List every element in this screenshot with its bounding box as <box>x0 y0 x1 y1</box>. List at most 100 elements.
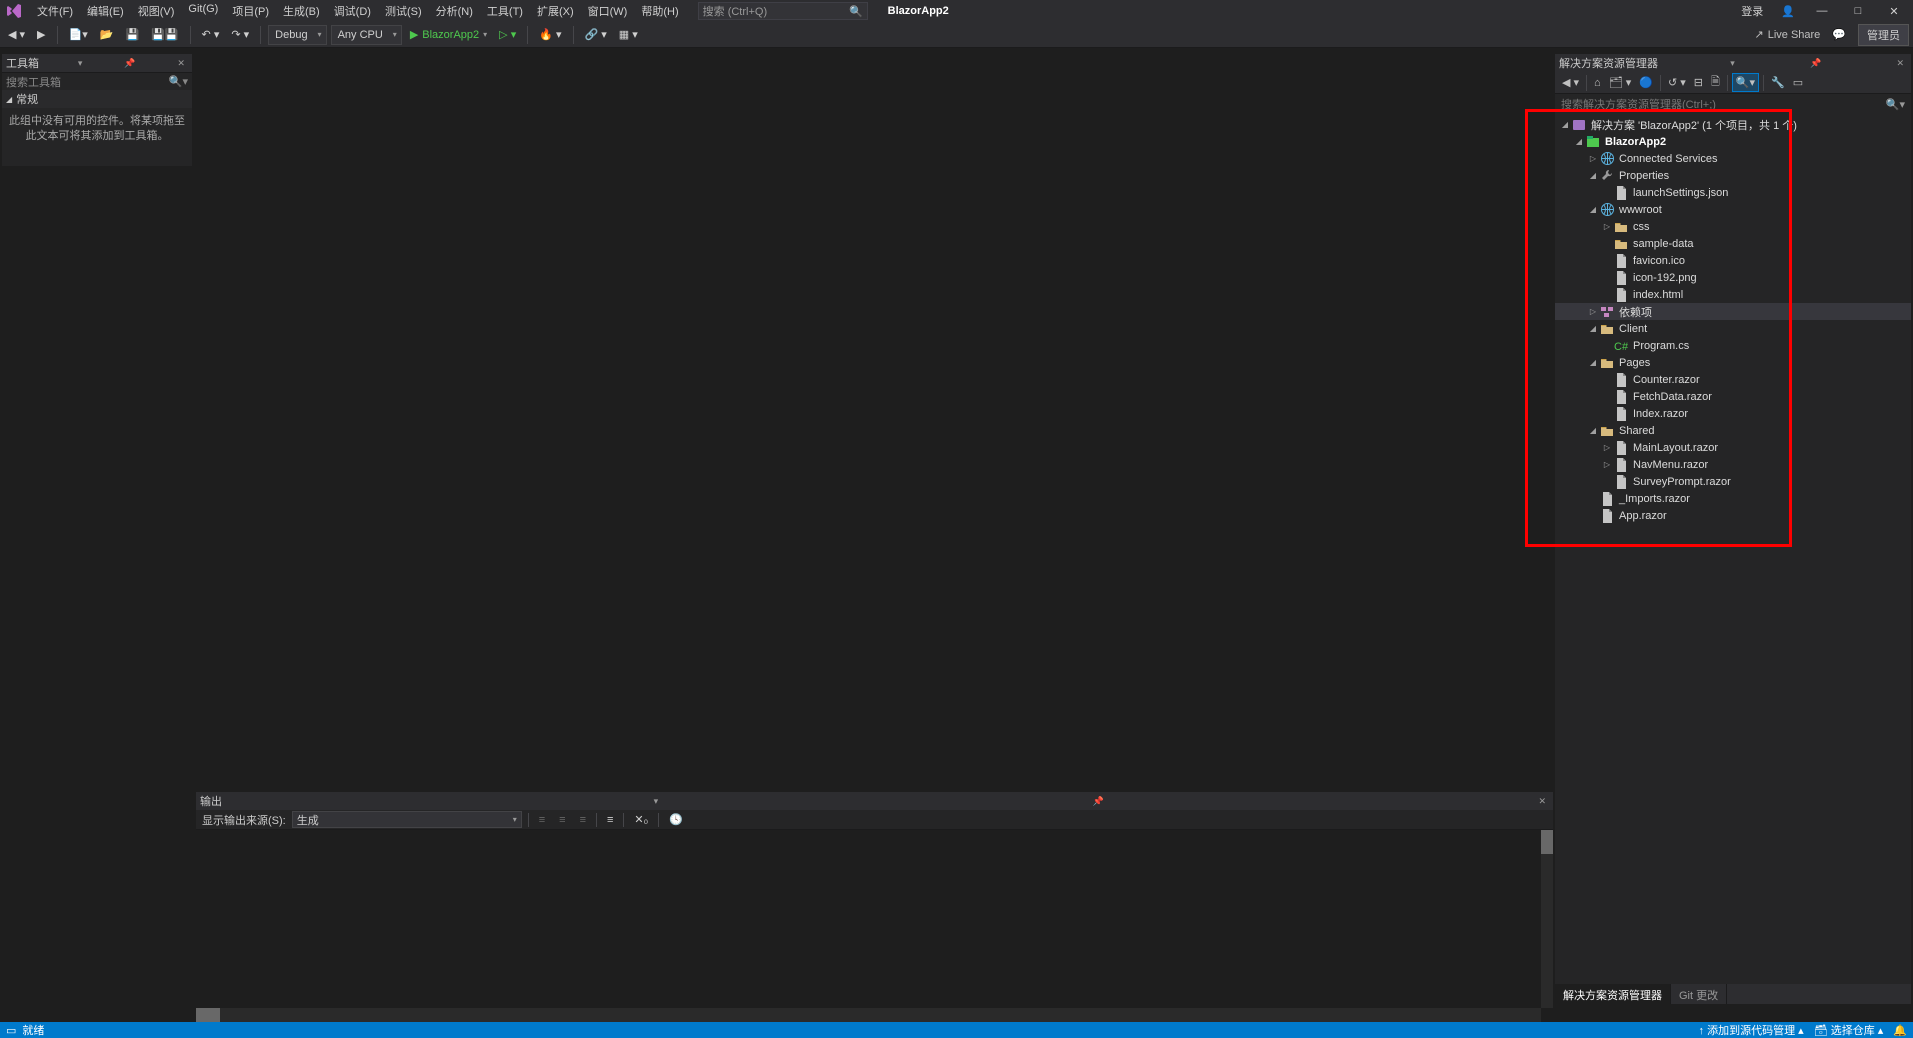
tree-row[interactable]: BlazorApp2 <box>1555 133 1911 150</box>
start-debugging-button[interactable]: ▶ BlazorApp2 ▾ <box>406 28 491 41</box>
tree-expand-arrow[interactable] <box>1601 222 1613 231</box>
close-icon[interactable]: ✕ <box>1893 58 1907 69</box>
output-time-button[interactable]: 🕓 <box>665 811 687 828</box>
start-without-debug-button[interactable]: ▷ ▾ <box>495 26 520 43</box>
tree-row[interactable]: Shared <box>1555 422 1911 439</box>
tree-expand-arrow[interactable] <box>1587 154 1599 163</box>
tree-row[interactable]: 依赖项 <box>1555 303 1911 320</box>
toolbox-search-input[interactable]: 搜索工具箱 🔍▾ <box>2 72 192 90</box>
menu-item[interactable]: 调试(D) <box>327 0 378 22</box>
browser-link-button[interactable]: 🔗 ▾ <box>581 26 611 43</box>
tree-row[interactable]: sample-data <box>1555 235 1911 252</box>
solution-search-input[interactable]: 搜索解决方案资源管理器(Ctrl+;) 🔍▾ <box>1555 94 1911 114</box>
window-maximize-button[interactable]: □ <box>1843 3 1873 19</box>
tree-row[interactable]: Index.razor <box>1555 405 1911 422</box>
back-button[interactable]: ◀ ▾ <box>1559 74 1582 91</box>
open-file-button[interactable]: 📂 <box>96 26 118 43</box>
output-header[interactable]: 输出 ▾ 📌 ✕ <box>196 792 1553 810</box>
tree-expand-arrow[interactable] <box>1587 358 1599 367</box>
output-source-dropdown[interactable]: 生成 <box>292 811 522 828</box>
tree-row[interactable]: launchSettings.json <box>1555 184 1911 201</box>
status-notifications-icon[interactable]: 🔔 <box>1893 1024 1907 1037</box>
pin-icon[interactable]: 📌 <box>121 58 138 69</box>
toolbox-group-header[interactable]: ◢ 常规 <box>2 90 192 108</box>
show-all-files-button[interactable]: 🗎 <box>1708 71 1723 94</box>
toolbox-header[interactable]: 工具箱 ▾ 📌 ✕ <box>2 54 192 72</box>
undo-button[interactable]: ↶ ▾ <box>198 26 224 43</box>
hot-reload-button[interactable]: 🔥 ▾ <box>535 26 565 43</box>
output-prev-button[interactable]: ≡ <box>535 812 549 828</box>
live-share-button[interactable]: ↗ Live Share <box>1754 28 1820 41</box>
output-next-button[interactable]: ≡ <box>555 812 569 828</box>
save-all-button[interactable]: 💾💾 <box>147 26 182 43</box>
close-icon[interactable]: ✕ <box>174 58 188 69</box>
tree-expand-arrow[interactable] <box>1601 443 1613 452</box>
scrollbar-thumb[interactable] <box>1541 830 1553 854</box>
login-button[interactable]: 登录 <box>1735 1 1769 21</box>
tree-row[interactable]: C#Program.cs <box>1555 337 1911 354</box>
tree-row[interactable]: Properties <box>1555 167 1911 184</box>
global-search-input[interactable]: 搜索 (Ctrl+Q) 🔍 <box>698 2 868 20</box>
panel-dropdown-icon[interactable]: ▾ <box>75 58 86 69</box>
tree-row[interactable]: _Imports.razor <box>1555 490 1911 507</box>
scrollbar-horizontal[interactable] <box>196 1008 1541 1022</box>
tree-row[interactable]: Connected Services <box>1555 150 1911 167</box>
tree-expand-arrow[interactable] <box>1587 171 1599 180</box>
scope-button[interactable]: 🔍▾ <box>1732 73 1759 92</box>
output-wrap-button[interactable]: ≡ <box>603 812 617 828</box>
tree-row[interactable]: favicon.ico <box>1555 252 1911 269</box>
pin-icon[interactable]: 📌 <box>1090 796 1107 807</box>
redo-button[interactable]: ↷ ▾ <box>227 26 253 43</box>
menu-item[interactable]: 编辑(E) <box>80 0 131 22</box>
properties-button[interactable]: 🔧 <box>1768 74 1788 91</box>
panel-dropdown-icon[interactable]: ▾ <box>1727 58 1738 69</box>
window-close-button[interactable]: ✕ <box>1879 3 1909 20</box>
tree-row[interactable]: 解决方案 'BlazorApp2' (1 个项目，共 1 个) <box>1555 116 1911 133</box>
collapse-all-button[interactable]: ⊟ <box>1691 74 1706 91</box>
solution-platform-dropdown[interactable]: Any CPU <box>331 25 402 45</box>
sync-button[interactable]: ↺ ▾ <box>1665 74 1689 91</box>
menu-item[interactable]: 文件(F) <box>30 0 80 22</box>
tree-row[interactable]: Counter.razor <box>1555 371 1911 388</box>
pin-icon[interactable]: 📌 <box>1807 58 1824 69</box>
tree-row[interactable]: MainLayout.razor <box>1555 439 1911 456</box>
tree-row[interactable]: css <box>1555 218 1911 235</box>
menu-item[interactable]: 窗口(W) <box>581 0 635 22</box>
tree-row[interactable]: icon-192.png <box>1555 269 1911 286</box>
tree-row[interactable]: Pages <box>1555 354 1911 371</box>
tree-row[interactable]: wwwroot <box>1555 201 1911 218</box>
preview-button[interactable]: ▭ <box>1790 74 1806 91</box>
solution-explorer-header[interactable]: 解决方案资源管理器 ▾ 📌 ✕ <box>1555 54 1911 72</box>
output-clear-all-button[interactable]: ✕₀ <box>630 811 652 828</box>
menu-item[interactable]: 项目(P) <box>225 0 276 22</box>
tree-expand-arrow[interactable] <box>1601 460 1613 469</box>
output-text-area[interactable] <box>196 830 1541 1008</box>
new-project-button[interactable]: 📄▾ <box>65 26 92 43</box>
tree-row[interactable]: index.html <box>1555 286 1911 303</box>
tree-row[interactable]: Client <box>1555 320 1911 337</box>
menu-item[interactable]: 帮助(H) <box>634 0 685 22</box>
panel-dropdown-icon[interactable]: ▾ <box>651 796 662 807</box>
switch-views-button[interactable]: 🗂 ▾ <box>1606 74 1635 91</box>
nav-back-button[interactable]: ◀ ▾ <box>4 26 29 43</box>
menu-item[interactable]: 视图(V) <box>131 0 182 22</box>
pending-changes-filter-button[interactable]: 🔵 <box>1636 74 1656 91</box>
menu-item[interactable]: 测试(S) <box>378 0 429 22</box>
status-add-source-control[interactable]: ↑ 添加到源代码管理 ▴ <box>1699 1022 1804 1038</box>
tree-row[interactable]: FetchData.razor <box>1555 388 1911 405</box>
nav-fwd-button[interactable]: ▶ <box>33 26 49 43</box>
close-icon[interactable]: ✕ <box>1535 796 1549 807</box>
menu-item[interactable]: 生成(B) <box>276 0 327 22</box>
menu-item[interactable]: 工具(T) <box>480 0 530 22</box>
scrollbar-vertical[interactable] <box>1541 830 1553 1008</box>
home-button[interactable]: ⌂ <box>1591 75 1604 91</box>
tree-expand-arrow[interactable] <box>1587 307 1599 316</box>
menu-item[interactable]: 分析(N) <box>429 0 480 22</box>
tree-row[interactable]: NavMenu.razor <box>1555 456 1911 473</box>
menu-item[interactable]: Git(G) <box>181 0 225 22</box>
menu-item[interactable]: 扩展(X) <box>530 0 581 22</box>
output-clear-button[interactable]: ≡ <box>576 812 590 828</box>
status-select-repo[interactable]: 🗃 选择仓库 ▴ <box>1814 1022 1884 1038</box>
solution-config-dropdown[interactable]: Debug <box>268 25 326 45</box>
scrollbar-thumb[interactable] <box>196 1008 220 1022</box>
